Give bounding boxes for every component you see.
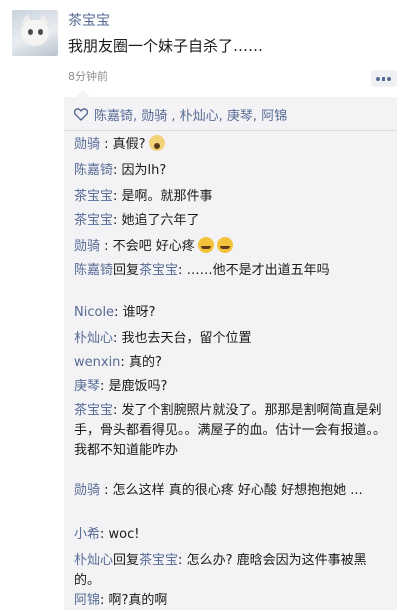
comment-item[interactable]: wenxin: 真的? xyxy=(74,353,389,373)
comment-text: 我也去天台，留个位置 xyxy=(121,331,252,346)
cat-eye-right xyxy=(38,29,43,35)
comment-author[interactable]: 茶宝宝 xyxy=(74,213,113,228)
post-text: 我朋友圈一个妹子自杀了…… xyxy=(68,37,264,55)
comment-text: 是鹿饭吗? xyxy=(108,379,168,394)
comment-text: 发了个割腕照片就没了。那那是割啊简直是剁手，骨头都看得见。。满屋子的血。估计一会… xyxy=(74,403,387,458)
comment-separator: : xyxy=(100,527,109,542)
comment-text: 啊?真的啊 xyxy=(108,593,168,608)
reply-word: 回复 xyxy=(113,553,140,568)
crying-face-icon xyxy=(216,237,233,253)
comment-text: 怎么这样 真的很心疼 好心酸 好想抱抱她 ... xyxy=(112,483,363,498)
comment-author[interactable]: 勋骑 xyxy=(74,239,100,254)
comment-item[interactable]: 朴灿心: 我也去天台，留个位置 xyxy=(74,329,389,349)
comment-separator: : xyxy=(178,553,187,568)
cat-face xyxy=(21,20,49,46)
comment-text: 不会吧 好心疼 xyxy=(112,239,195,254)
comment-separator: : xyxy=(113,331,122,346)
post-timestamp: 8分钟前 xyxy=(68,70,108,83)
comment-pointer xyxy=(76,90,90,97)
comment-separator: : xyxy=(113,163,122,178)
reply-word: 回复 xyxy=(113,263,140,278)
comment-separator: : xyxy=(100,137,113,152)
comment-author[interactable]: 朴灿心 xyxy=(74,331,113,346)
more-dots-icon xyxy=(376,76,391,81)
comment-separator: : xyxy=(100,593,109,608)
comment-author[interactable]: 陈嘉锜 xyxy=(74,163,113,178)
comment-separator: : xyxy=(178,263,187,278)
comment-author[interactable]: 茶宝宝 xyxy=(74,403,113,418)
likes-divider xyxy=(64,130,397,131)
comment-separator: : xyxy=(100,379,109,394)
comment-text: woc! xyxy=(108,527,140,542)
comment-author[interactable]: Nicole xyxy=(74,305,114,320)
cat-eye-left xyxy=(28,29,33,35)
comment-item[interactable]: 勋骑 : 真假? xyxy=(74,135,389,155)
comment-separator: : xyxy=(113,189,122,204)
comment-author[interactable]: 陈嘉锜 xyxy=(74,263,113,278)
comment-text: 是啊。就那件事 xyxy=(121,189,213,204)
comment-item[interactable]: Nicole: 谁呀? xyxy=(74,303,389,323)
comment-author[interactable]: 勋骑 xyxy=(74,483,100,498)
comment-item[interactable]: 茶宝宝: 她追了六年了 xyxy=(74,211,389,231)
comment-item[interactable]: 小希: woc! xyxy=(74,525,389,545)
comment-separator: : xyxy=(113,403,122,418)
comment-text: 谁呀? xyxy=(122,305,156,320)
comment-item[interactable]: 茶宝宝: 发了个割腕照片就没了。那那是割啊简直是剁手，骨头都看得见。。满屋子的血… xyxy=(74,401,389,461)
comment-text: 她追了六年了 xyxy=(121,213,200,228)
comment-author[interactable]: wenxin xyxy=(74,355,120,370)
comment-author[interactable]: 阿锦 xyxy=(74,593,100,608)
comment-text: 因为lh? xyxy=(121,163,167,178)
comment-item[interactable]: 庚琴: 是鹿饭吗? xyxy=(74,377,389,397)
comment-text: 真的? xyxy=(128,355,162,370)
comment-author[interactable]: 茶宝宝 xyxy=(74,189,113,204)
likes-names[interactable]: 陈嘉锜, 勋骑 , 朴灿心, 庚琴, 阿锦 xyxy=(94,105,287,124)
likes-row: 陈嘉锜, 勋骑 , 朴灿心, 庚琴, 阿锦 xyxy=(74,105,391,124)
comment-item[interactable]: 茶宝宝: 是啊。就那件事 xyxy=(74,187,389,207)
more-options-button[interactable] xyxy=(371,70,397,87)
comment-separator: : xyxy=(100,239,113,254)
reply-target[interactable]: 茶宝宝 xyxy=(139,263,178,278)
comment-item[interactable]: 勋骑 : 不会吧 好心疼 xyxy=(74,237,389,257)
comment-author[interactable]: 朴灿心 xyxy=(74,553,113,568)
avatar[interactable] xyxy=(12,10,58,56)
comment-separator: : xyxy=(113,213,122,228)
comment-author[interactable]: 勋骑 xyxy=(74,137,100,152)
heart-icon xyxy=(74,107,88,121)
comment-text: 真假? xyxy=(112,137,146,152)
comment-item[interactable]: 阿锦: 啊?真的啊 xyxy=(74,591,389,611)
comment-text: ……他不是才出道五年吗 xyxy=(186,263,330,278)
post-username[interactable]: 茶宝宝 xyxy=(68,10,110,30)
comment-item[interactable]: 勋骑 : 怎么这样 真的很心疼 好心酸 好想抱抱她 ... xyxy=(74,481,389,501)
comment-author[interactable]: 小希 xyxy=(74,527,100,542)
comment-section: 陈嘉锜, 勋骑 , 朴灿心, 庚琴, 阿锦 勋骑 : 真假? 陈嘉锜: 因为lh?… xyxy=(64,90,397,611)
comment-separator: : xyxy=(120,355,129,370)
comment-separator: : xyxy=(114,305,123,320)
scream-face-icon xyxy=(148,135,165,151)
comment-item[interactable]: 陈嘉锜: 因为lh? xyxy=(74,161,389,181)
comment-item[interactable]: 朴灿心回复茶宝宝: 怎么办? 鹿晗会因为这件事被黑的。 xyxy=(74,551,389,591)
comment-separator: : xyxy=(100,483,113,498)
comment-item[interactable]: 陈嘉锜回复茶宝宝: ……他不是才出道五年吗 xyxy=(74,261,389,281)
comment-author[interactable]: 庚琴 xyxy=(74,379,100,394)
reply-target[interactable]: 茶宝宝 xyxy=(139,553,178,568)
crying-face-icon xyxy=(197,237,214,253)
